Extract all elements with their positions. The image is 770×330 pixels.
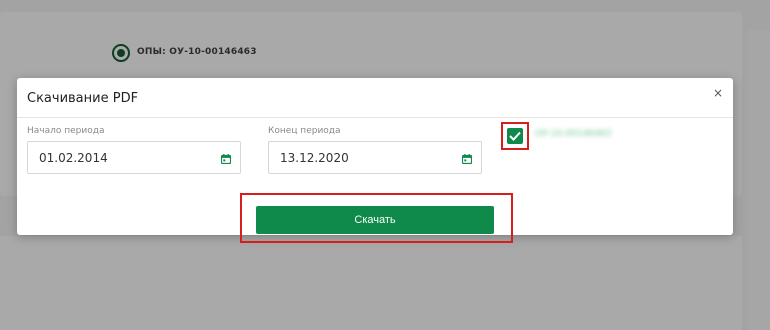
- end-date-input[interactable]: 13.12.2020: [268, 141, 482, 174]
- checkmark-icon: [509, 131, 521, 141]
- checkbox-highlight: [501, 122, 529, 150]
- start-date-label: Начало периода: [27, 126, 105, 136]
- include-checkbox[interactable]: [507, 128, 523, 144]
- download-pdf-modal: Скачивание PDF × Начало периода 01.02.20…: [17, 78, 733, 235]
- modal-title: Скачивание PDF: [27, 91, 139, 106]
- download-button[interactable]: Скачать: [256, 206, 494, 234]
- end-date-label: Конец периода: [268, 126, 341, 136]
- checkbox-label: ОУ-10-00146463: [535, 129, 612, 139]
- background-scroll-strip: [748, 30, 770, 330]
- calendar-icon[interactable]: [221, 154, 231, 164]
- background-card-lower: [0, 236, 742, 330]
- modal-header: Скачивание PDF ×: [17, 78, 733, 118]
- start-date-input[interactable]: 01.02.2014: [27, 141, 241, 174]
- background-radio-button: [112, 44, 130, 62]
- start-date-value: 01.02.2014: [39, 151, 108, 165]
- background-radio-label: ОПЫ: ОУ-10-00146463: [137, 47, 257, 57]
- calendar-icon[interactable]: [462, 154, 472, 164]
- close-button[interactable]: ×: [713, 87, 723, 99]
- end-date-value: 13.12.2020: [280, 151, 349, 165]
